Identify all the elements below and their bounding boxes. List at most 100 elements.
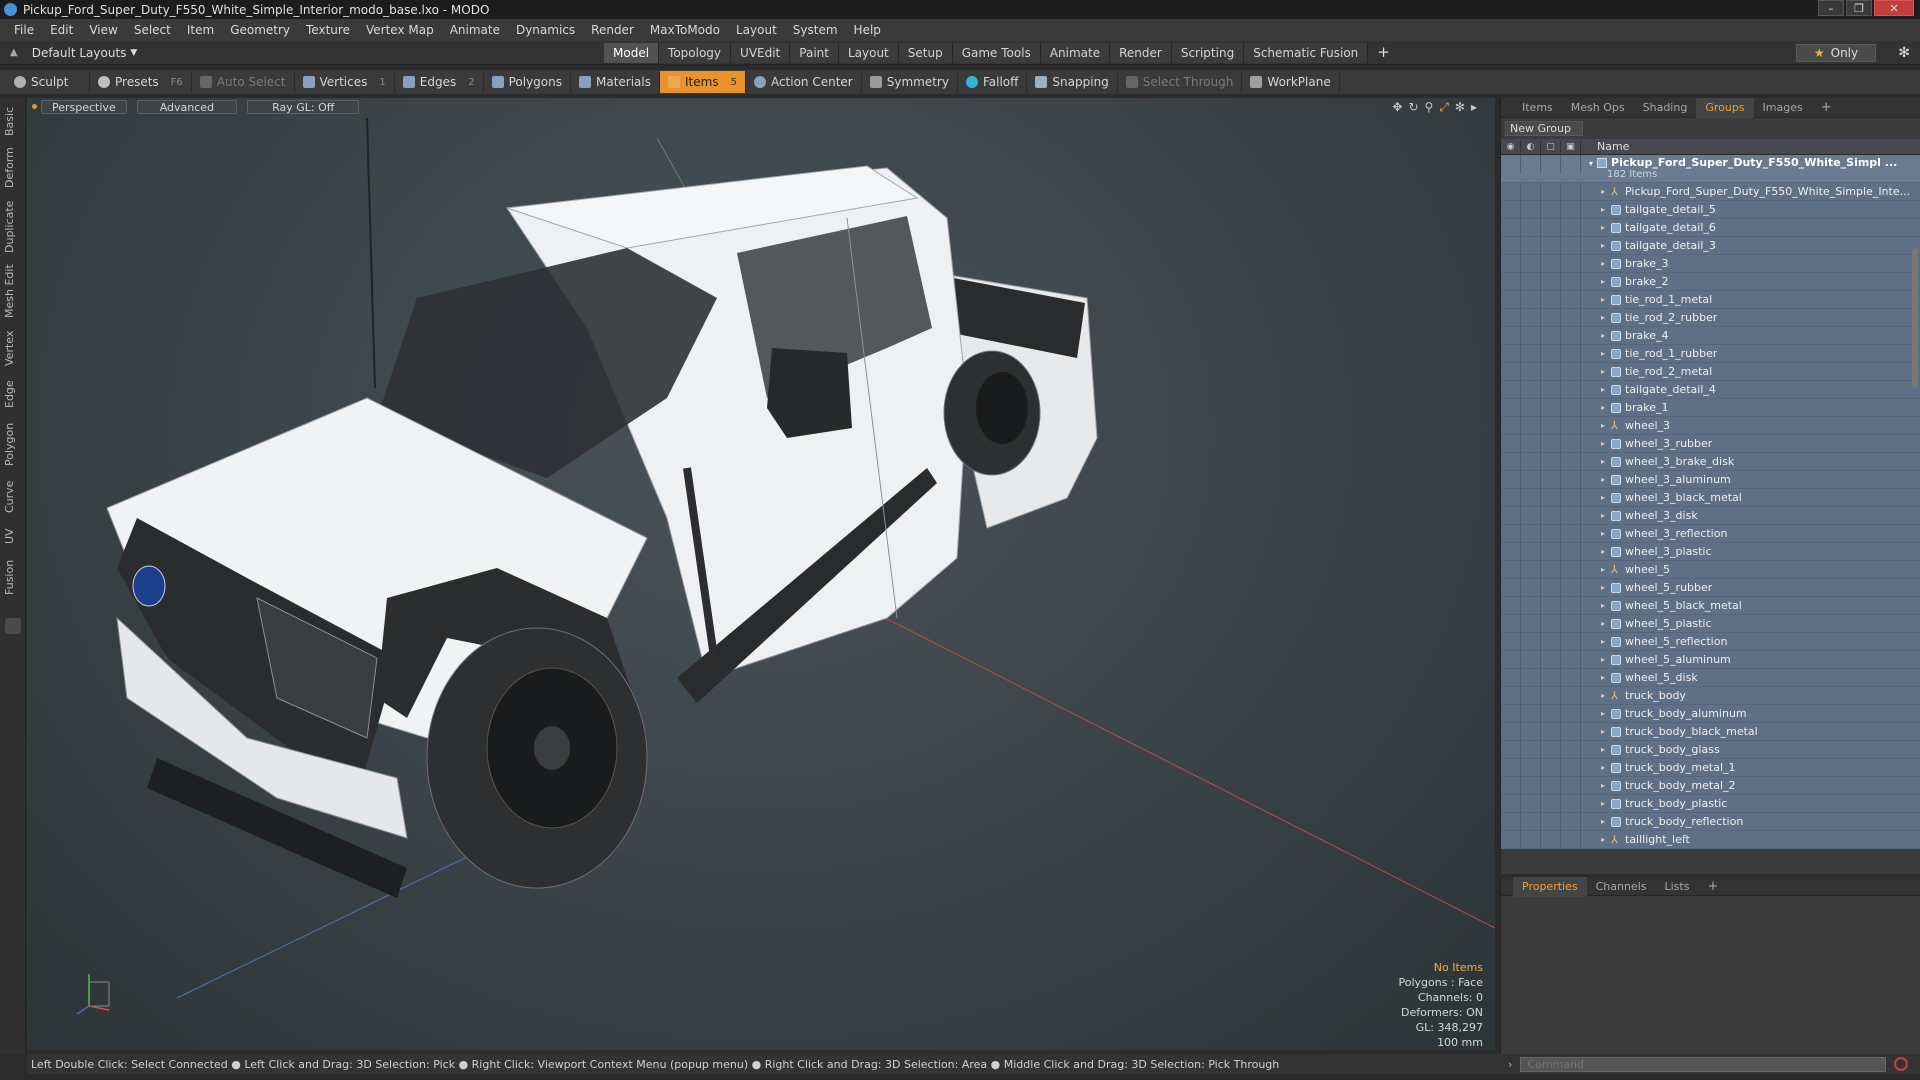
row-toggle-cell[interactable] [1561,686,1581,705]
expand-triangle-icon[interactable]: ▸ [1597,421,1609,430]
row-toggle-cell[interactable] [1521,758,1541,777]
row-toggle-cell[interactable] [1541,254,1561,273]
command-input[interactable] [1520,1056,1887,1072]
group-root-row[interactable]: ▾ Pickup_Ford_Super_Duty_F550_White_Simpl… [1501,155,1920,183]
row-toggle-cell[interactable] [1541,794,1561,813]
row-toggle-cell[interactable] [1541,344,1561,363]
vtab-vertex[interactable]: Vertex [3,326,23,370]
row-toggle-cell[interactable] [1501,578,1521,597]
row-toggle-cell[interactable] [1541,290,1561,309]
add-panel-tab-button[interactable]: + [1812,98,1841,118]
row-toggle-cell[interactable] [1541,686,1561,705]
row-toggle-cell[interactable] [1501,704,1521,723]
row-toggle-cell[interactable] [1561,398,1581,417]
row-toggle-cell[interactable] [1501,740,1521,759]
expand-triangle-icon[interactable]: ▸ [1597,763,1609,772]
tree-row[interactable]: ▸ brake_2 [1501,272,1920,291]
row-toggle-cell[interactable] [1501,758,1521,777]
row-toggle-cell[interactable] [1521,560,1541,579]
tree-row[interactable]: ▸ wheel_5_plastic [1501,614,1920,633]
expand-triangle-icon[interactable]: ▸ [1597,709,1609,718]
row-toggle-cell[interactable] [1541,722,1561,741]
row-toggle-cell[interactable] [1541,200,1561,219]
row-toggle-cell[interactable] [1521,524,1541,543]
vtab-mesh-edit[interactable]: Mesh Edit [3,264,23,318]
add-layout-tab-button[interactable]: + [1368,43,1399,63]
menu-select[interactable]: Select [126,23,179,37]
symmetry-button[interactable]: Symmetry [862,71,958,93]
row-toggle-cell[interactable] [1561,704,1581,723]
row-toggle-cell[interactable] [1561,596,1581,615]
tree-row[interactable]: ▸ wheel_3_rubber [1501,434,1920,453]
tree-row[interactable]: ▸ truck_body_aluminum [1501,704,1920,723]
row-toggle-cell[interactable] [1541,416,1561,435]
tree-row[interactable]: ▸ brake_1 [1501,398,1920,417]
row-toggle-cell[interactable] [1501,218,1521,237]
row-toggle-cell[interactable] [1561,308,1581,327]
row-toggle-cell[interactable] [1541,434,1561,453]
row-toggle-cell[interactable] [1521,506,1541,525]
row-toggle-cell[interactable] [1561,812,1581,831]
tree-row[interactable]: ▸ tailgate_detail_6 [1501,218,1920,237]
tab-animate[interactable]: Animate [1040,43,1111,63]
row-toggle-cell[interactable] [1521,254,1541,273]
row-toggle-cell[interactable] [1521,470,1541,489]
expand-triangle-icon[interactable]: ▸ [1597,637,1609,646]
maximize-button[interactable]: ❐ [1846,0,1872,16]
row-toggle-cell[interactable] [1541,830,1561,849]
expand-triangle-icon[interactable]: ▸ [1597,493,1609,502]
row-toggle-cell[interactable] [1501,614,1521,633]
expand-triangle-icon[interactable]: ▸ [1597,385,1609,394]
row-toggle-cell[interactable] [1541,452,1561,471]
polygons-mode-button[interactable]: Polygons [484,71,571,93]
row-toggle-cell[interactable] [1561,236,1581,255]
row-toggle-cell[interactable] [1521,236,1541,255]
name-column-header[interactable]: Name [1581,140,1629,153]
row-toggle-cell[interactable] [1501,830,1521,849]
menu-help[interactable]: Help [846,23,889,37]
expand-triangle-icon[interactable]: ▸ [1597,205,1609,214]
render-icon[interactable]: ◐ [1521,139,1541,154]
row-toggle-cell[interactable] [1561,344,1581,363]
row-toggle-cell[interactable] [1561,830,1581,849]
menu-view[interactable]: View [81,23,125,37]
tree-row[interactable]: ▸ tie_rod_1_rubber [1501,344,1920,363]
expand-triangle-icon[interactable]: ▸ [1597,565,1609,574]
tab-images[interactable]: Images [1754,98,1812,118]
row-toggle-cell[interactable] [1521,182,1541,201]
row-toggle-cell[interactable] [1561,758,1581,777]
tree-row[interactable]: ▸ truck_body_metal_1 [1501,758,1920,777]
row-toggle-cell[interactable] [1541,776,1561,795]
menu-texture[interactable]: Texture [298,23,358,37]
row-toggle-cell[interactable] [1501,542,1521,561]
vtab-duplicate[interactable]: Duplicate [3,198,23,256]
vertices-mode-button[interactable]: Vertices 1 [295,71,395,93]
menu-system[interactable]: System [785,23,846,37]
row-toggle-cell[interactable] [1521,272,1541,291]
tree-row[interactable]: ▸ ⅄ wheel_3 [1501,416,1920,435]
row-toggle-cell[interactable] [1501,362,1521,381]
menu-layout[interactable]: Layout [728,23,785,37]
row-toggle-cell[interactable] [1561,632,1581,651]
row-toggle-cell[interactable] [1541,182,1561,201]
row-toggle-cell[interactable] [1561,524,1581,543]
tree-row[interactable]: ▸ wheel_5_disk [1501,668,1920,687]
menu-file[interactable]: File [6,23,42,37]
row-toggle-cell[interactable] [1521,776,1541,795]
menu-animate[interactable]: Animate [442,23,508,37]
select-icon[interactable]: ▣ [1561,139,1581,154]
row-toggle-cell[interactable] [1541,506,1561,525]
row-toggle-cell[interactable] [1521,650,1541,669]
expand-triangle-icon[interactable]: ▸ [1597,529,1609,538]
row-toggle-cell[interactable] [1541,326,1561,345]
tab-mesh-ops[interactable]: Mesh Ops [1562,98,1634,118]
vtab-uv[interactable]: UV [3,524,23,548]
tree-row[interactable]: ▸ brake_4 [1501,326,1920,345]
expand-triangle-icon[interactable]: ▸ [1597,691,1609,700]
row-toggle-cell[interactable] [1521,794,1541,813]
row-toggle-cell[interactable] [1501,254,1521,273]
vtab-basic[interactable]: Basic [3,104,23,138]
layout-selector[interactable]: ▲ Default Layouts ▼ [10,46,137,60]
eye-toggle-icon[interactable] [1501,155,1521,173]
row-toggle-cell[interactable] [1501,668,1521,687]
